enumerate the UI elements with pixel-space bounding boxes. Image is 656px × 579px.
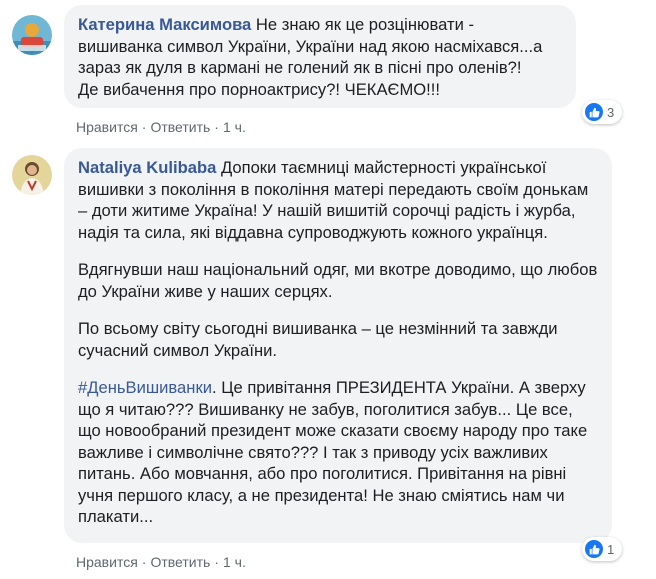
like-button[interactable]: Нравится <box>76 119 138 135</box>
reply-button[interactable]: Ответить <box>150 554 210 570</box>
timestamp[interactable]: 1 ч. <box>223 119 246 135</box>
avatar[interactable] <box>12 15 52 55</box>
avatar-image <box>12 15 52 55</box>
comment-actions: Нравится · Ответить · 1 ч. <box>76 118 246 136</box>
comment-bubble: Катерина Максимова Не знаю як це розціню… <box>64 5 576 108</box>
separator: · <box>214 554 219 570</box>
hashtag-link[interactable]: #ДеньВишиванки <box>78 378 212 397</box>
comment-author[interactable]: Nataliya Kulibaba <box>78 158 216 177</box>
reply-button[interactable]: Ответить <box>150 119 210 135</box>
separator: · <box>141 554 147 570</box>
reaction-number: 3 <box>607 104 615 120</box>
like-button[interactable]: Нравится <box>76 554 138 570</box>
comment-paragraph: Вдягнувши наш національний одяг, ми вкот… <box>78 260 598 301</box>
reaction-count[interactable]: 1 <box>582 537 623 561</box>
comment-actions: Нравится · Ответить · 1 ч. <box>76 553 246 571</box>
comment-text: . Це привітання ПРЕЗИДЕНТА України. А зв… <box>78 378 588 526</box>
reaction-number: 1 <box>607 541 615 557</box>
avatar[interactable] <box>12 155 52 195</box>
like-icon <box>585 103 603 121</box>
separator: · <box>141 119 147 135</box>
comment-paragraph: По всьому світу сьогодні вишиванка – це … <box>78 319 558 360</box>
comment-author[interactable]: Катерина Максимова <box>78 15 251 34</box>
comment-paragraph: #ДеньВишиванки. Це привітання ПРЕЗИДЕНТА… <box>78 377 598 528</box>
separator: · <box>214 119 219 135</box>
timestamp[interactable]: 1 ч. <box>223 554 246 570</box>
like-icon <box>585 540 603 558</box>
avatar-image <box>12 155 52 195</box>
comment-bubble: Nataliya Kulibaba Допоки таємниці майсте… <box>64 148 612 543</box>
reaction-count[interactable]: 3 <box>582 100 623 124</box>
comment-paragraph: Nataliya Kulibaba Допоки таємниці майсте… <box>78 157 598 243</box>
